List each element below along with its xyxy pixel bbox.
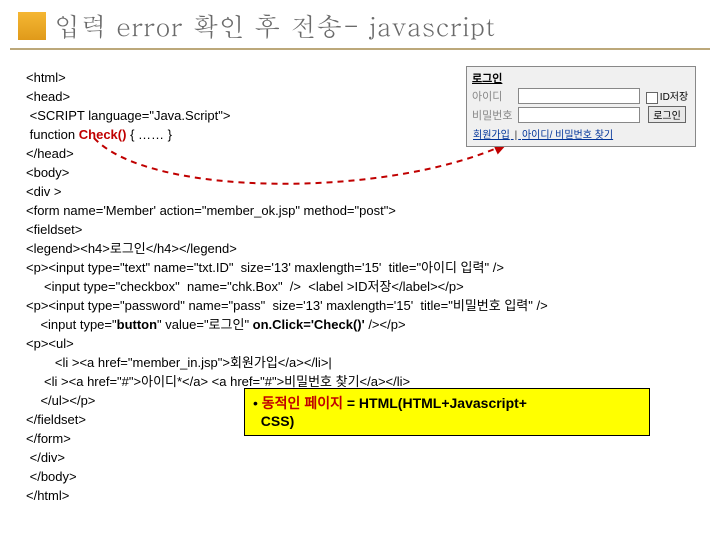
login-links: 회원가입 | 아이디/ 비밀번호 찾기 [472,126,690,141]
login-link-join[interactable]: 회원가입 [473,130,510,141]
code-line: <legend><h4>로그인</h4></legend> [26,239,700,258]
code-line: <body> [26,163,700,182]
code-line: <form name='Member' action="member_ok.js… [26,201,700,220]
callout-box: • 동적인 페이지 = HTML(HTML+Javascript+ CSS) [244,388,650,436]
callout-text1: = HTML(HTML+Javascript+ [347,395,527,411]
title-bar: 입력 error 확인 후 전송- javascript [0,0,720,44]
login-id-label: 아이디 [472,88,518,104]
code-line: <div > [26,182,700,201]
login-link-sep: | [515,130,518,141]
code-line: <input type="button" value="로그인" on.Clic… [26,315,700,334]
slide-title: 입력 error 확인 후 전송- javascript [54,8,495,44]
code-line: </div> [26,448,700,467]
login-submit-wrap: 로그인 [644,106,690,123]
code-line: <p><input type="password" name="pass" si… [26,296,700,315]
login-legend: 로그인 [472,70,690,86]
title-accent-block [18,12,46,40]
login-save-id[interactable]: ID저장 [644,88,690,103]
callout-bullet: • [253,395,262,411]
callout-highlight: 동적인 페이지 [262,395,347,411]
code-line: <fieldset> [26,220,700,239]
login-row-pw: 비밀번호 로그인 [472,106,690,123]
login-preview-box: 로그인 아이디 ID저장 비밀번호 로그인 회원가입 | 아이디/ 비밀번호 찾… [466,66,696,147]
login-id-input[interactable] [518,88,640,104]
title-underline [10,48,710,50]
code-line: <li ><a href="member_in.jsp">회원가입</a></l… [26,353,700,372]
login-link-find[interactable]: 아이디/ 비밀번호 찾기 [522,130,613,141]
checkbox-icon[interactable] [646,92,658,104]
code-line: <p><input type="text" name="txt.ID" size… [26,258,700,277]
code-line: <input type="checkbox" name="chk.Box" />… [26,277,700,296]
login-pw-label: 비밀번호 [472,107,518,123]
code-line: </html> [26,486,700,505]
code-line: <p><ul> [26,334,700,353]
login-row-id: 아이디 ID저장 [472,88,690,104]
code-line: </body> [26,467,700,486]
login-submit-button[interactable]: 로그인 [648,106,686,123]
callout-text2: CSS) [261,413,294,429]
login-pw-input[interactable] [518,107,640,123]
